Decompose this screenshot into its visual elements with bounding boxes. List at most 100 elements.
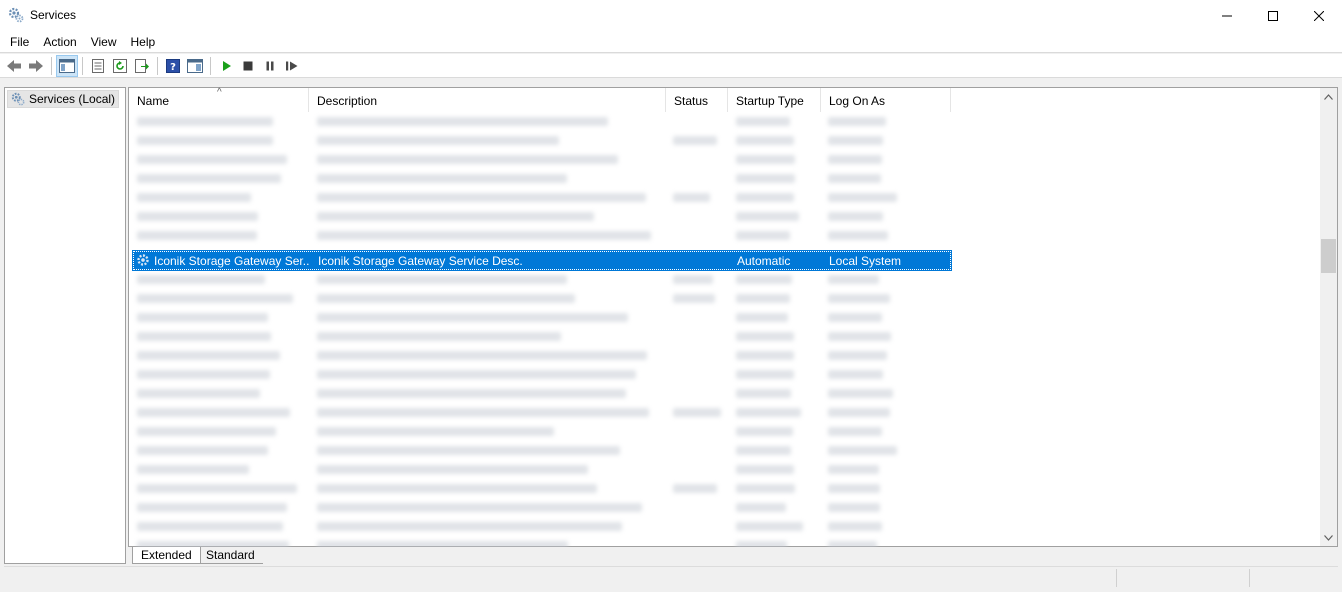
column-header-name[interactable]: Name ^ <box>129 87 309 112</box>
toolbar-separator <box>157 56 158 75</box>
properties-button[interactable] <box>87 55 109 77</box>
table-row-obscured[interactable] <box>133 462 953 476</box>
menu-file[interactable]: File <box>3 32 36 52</box>
table-row-obscured[interactable] <box>133 209 953 223</box>
obscured-cell <box>317 313 628 322</box>
obscured-cell <box>736 193 794 202</box>
status-bar-divider <box>1116 569 1117 587</box>
obscured-cell <box>736 446 791 455</box>
selected-service-row[interactable]: Iconik Storage Gateway Ser... Iconik Sto… <box>132 250 952 271</box>
minimize-button[interactable] <box>1204 0 1250 31</box>
show-tree-icon <box>59 58 75 73</box>
column-header-startup-type-label: Startup Type <box>736 94 804 108</box>
obscured-cell <box>673 193 710 202</box>
obscured-cell <box>673 275 713 284</box>
refresh-button[interactable] <box>109 55 131 77</box>
obscured-cell <box>137 465 249 474</box>
service-log-on-as: Local System <box>829 254 902 268</box>
menu-action[interactable]: Action <box>36 32 83 52</box>
table-row-obscured[interactable] <box>133 291 953 305</box>
obscured-cell <box>673 408 721 417</box>
column-header-status[interactable]: Status <box>666 88 728 112</box>
obscured-cell <box>137 136 273 145</box>
table-row-obscured[interactable] <box>133 424 953 438</box>
scrollbar-thumb[interactable] <box>1321 239 1336 273</box>
obscured-cell <box>828 427 882 436</box>
start-service-button[interactable] <box>215 55 237 77</box>
back-button[interactable] <box>3 55 25 77</box>
tab-extended[interactable]: Extended <box>132 547 201 564</box>
obscured-cell <box>828 193 897 202</box>
table-row-obscured[interactable] <box>133 114 953 128</box>
pause-service-button[interactable] <box>259 55 281 77</box>
obscured-cell <box>828 446 897 455</box>
obscured-cell <box>736 313 788 322</box>
table-row-obscured[interactable] <box>133 386 953 400</box>
obscured-cell <box>317 294 575 303</box>
console-view-button[interactable] <box>184 55 206 77</box>
back-icon <box>7 59 21 72</box>
table-row-obscured[interactable] <box>133 133 953 147</box>
obscured-cell <box>137 193 251 202</box>
table-row-obscured[interactable] <box>133 228 953 242</box>
obscured-cell <box>317 275 567 284</box>
obscured-cell <box>137 332 271 341</box>
close-button[interactable] <box>1296 0 1342 31</box>
table-row-obscured[interactable] <box>133 443 953 457</box>
obscured-cell <box>828 484 880 493</box>
scroll-up-button[interactable] <box>1320 88 1337 105</box>
forward-button[interactable] <box>25 55 47 77</box>
maximize-button[interactable] <box>1250 0 1296 31</box>
table-row-obscured[interactable] <box>133 190 953 204</box>
table-row-obscured[interactable] <box>133 348 953 362</box>
table-row-obscured[interactable] <box>133 272 953 286</box>
obscured-cell <box>828 522 882 531</box>
table-row-obscured[interactable] <box>133 310 953 324</box>
obscured-cell <box>317 446 620 455</box>
toolbar-separator <box>51 56 52 75</box>
column-header-name-label: Name <box>137 94 170 108</box>
obscured-cell <box>317 427 554 436</box>
console-tree: Services (Local) <box>4 87 126 564</box>
service-gear-icon <box>137 254 149 266</box>
obscured-cell <box>828 231 888 240</box>
table-row-obscured[interactable] <box>133 405 953 419</box>
obscured-cell <box>736 351 794 360</box>
table-row-obscured[interactable] <box>133 500 953 514</box>
table-row-obscured[interactable] <box>133 152 953 166</box>
obscured-cell <box>137 294 293 303</box>
tree-node-services-local[interactable]: Services (Local) <box>7 90 120 108</box>
minimize-icon <box>1222 15 1232 16</box>
table-row-obscured[interactable] <box>133 329 953 343</box>
obscured-cell <box>736 275 792 284</box>
stop-service-button[interactable] <box>237 55 259 77</box>
table-row-obscured[interactable] <box>133 481 953 495</box>
table-row-obscured[interactable] <box>133 171 953 185</box>
column-header-description[interactable]: Description <box>309 88 666 112</box>
obscured-cell <box>137 522 283 531</box>
obscured-cell <box>317 174 567 183</box>
show-hide-tree-button[interactable] <box>56 54 78 77</box>
resume-service-icon <box>286 61 298 70</box>
help-button[interactable]: ? <box>162 55 184 77</box>
toolbar-separator <box>210 56 211 75</box>
table-row-obscured[interactable] <box>133 367 953 381</box>
obscured-cell <box>828 370 883 379</box>
scroll-down-button[interactable] <box>1320 529 1337 546</box>
column-header-log-on-as[interactable]: Log On As <box>821 88 951 112</box>
table-row-obscured[interactable] <box>133 519 953 533</box>
vertical-scrollbar[interactable] <box>1320 88 1337 546</box>
resume-service-button[interactable] <box>281 55 303 77</box>
menu-help[interactable]: Help <box>124 32 163 52</box>
obscured-cell <box>317 351 647 360</box>
menu-view[interactable]: View <box>84 32 124 52</box>
obscured-cell <box>317 117 608 126</box>
obscured-cell <box>736 503 786 512</box>
export-list-button[interactable] <box>131 55 153 77</box>
obscured-cell <box>828 332 891 341</box>
tab-standard[interactable]: Standard <box>198 547 263 564</box>
column-header-startup-type[interactable]: Startup Type <box>728 88 821 112</box>
maximize-icon <box>1268 10 1278 21</box>
obscured-cell <box>317 465 588 474</box>
pause-service-icon <box>266 61 274 70</box>
